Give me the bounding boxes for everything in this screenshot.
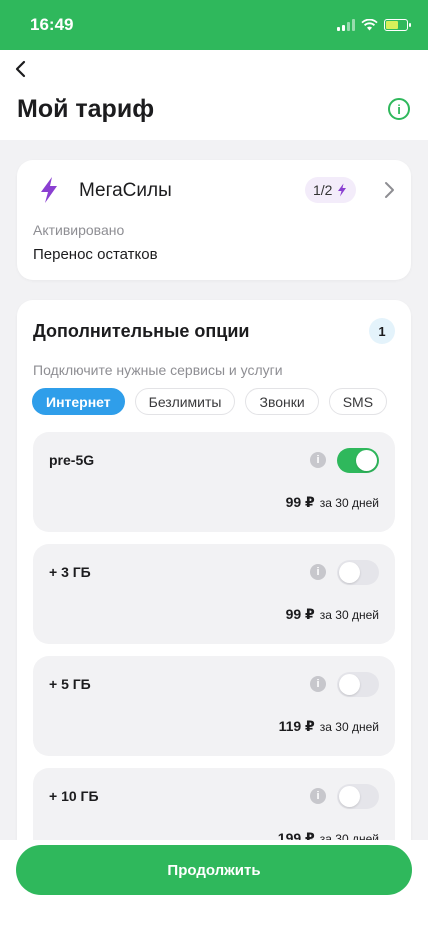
chevron-left-icon <box>15 60 26 78</box>
continue-button[interactable]: Продолжить <box>16 845 412 895</box>
option-name: + 3 ГБ <box>49 564 91 580</box>
battery-icon <box>384 19 411 31</box>
info-icon[interactable]: i <box>310 564 326 580</box>
chevron-right-icon <box>385 182 394 198</box>
option-toggle[interactable] <box>337 560 379 585</box>
option-name: pre-5G <box>49 452 95 468</box>
price-value: 99 ₽ <box>285 494 315 510</box>
option-price: 99 ₽ за 30 дней <box>286 606 379 623</box>
chip-unlimited[interactable]: Безлимиты <box>134 388 236 415</box>
toggle-knob <box>339 786 360 807</box>
option-toggle[interactable] <box>337 784 379 809</box>
price-period: за 30 дней <box>319 608 379 622</box>
info-icon[interactable]: i <box>310 452 326 468</box>
price-value: 99 ₽ <box>285 606 315 622</box>
price-value: 119 ₽ <box>278 718 315 734</box>
option-item[interactable]: pre-5G i 99 ₽ за 30 дней <box>33 432 395 532</box>
price-period: за 30 дней <box>319 720 379 734</box>
status-icons <box>337 19 411 31</box>
price-period: за 30 дней <box>319 496 379 510</box>
options-title: Дополнительные опции <box>33 321 250 341</box>
tariff-badge: 1/2 <box>305 177 357 203</box>
option-price: 99 ₽ за 30 дней <box>286 494 379 511</box>
tariff-feature: Перенос остатков <box>33 246 158 263</box>
tariff-card[interactable]: МегаСилы 1/2 Активировано Перенос остатк… <box>17 160 411 280</box>
option-name: + 5 ГБ <box>49 676 91 692</box>
option-item[interactable]: + 5 ГБ i 119 ₽ за 30 дней <box>33 656 395 756</box>
status-bar: 16:49 <box>0 0 428 50</box>
lightning-icon <box>41 177 57 203</box>
option-item[interactable]: + 3 ГБ i 99 ₽ за 30 дней <box>33 544 395 644</box>
toggle-knob <box>356 450 377 471</box>
tariff-status: Активировано <box>33 222 125 238</box>
options-subtitle: Подключите нужные сервисы и услуги <box>33 362 283 378</box>
tariff-badge-label: 1/2 <box>313 182 333 198</box>
info-icon[interactable]: i <box>310 676 326 692</box>
info-icon[interactable]: i <box>310 788 326 804</box>
chip-internet[interactable]: Интернет <box>32 388 125 415</box>
toggle-knob <box>339 562 360 583</box>
chip-calls[interactable]: Звонки <box>245 388 319 415</box>
chip-sms[interactable]: SMS <box>328 388 388 415</box>
option-toggle[interactable] <box>337 672 379 697</box>
lightning-icon <box>338 183 347 197</box>
filter-chips: Интернет Безлимиты Звонки SMS <box>32 388 388 415</box>
info-icon[interactable]: i <box>388 98 410 120</box>
signal-icon <box>337 19 355 31</box>
option-toggle[interactable] <box>337 448 379 473</box>
status-time: 16:49 <box>30 15 74 34</box>
option-price: 119 ₽ за 30 дней <box>279 718 379 735</box>
page-title: Мой тариф <box>17 95 155 123</box>
wifi-icon <box>361 19 378 31</box>
toggle-knob <box>339 674 360 695</box>
options-count-badge: 1 <box>369 318 395 344</box>
options-card: Дополнительные опции 1 Подключите нужные… <box>17 300 411 928</box>
option-name: + 10 ГБ <box>49 788 99 804</box>
tariff-name: МегаСилы <box>79 180 172 201</box>
back-button[interactable] <box>8 56 34 82</box>
main-screen: Мой тариф i МегаСилы 1/2 Активировано Пе… <box>0 50 428 928</box>
